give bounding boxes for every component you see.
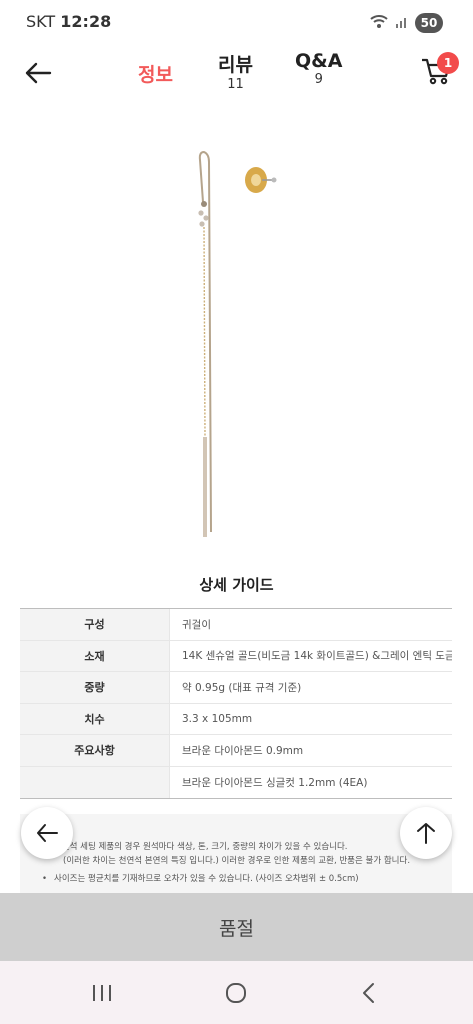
system-back-button[interactable] [348,978,388,1008]
note-line: 천연석 세팅 제품의 경우 원석마다 색상, 톤, 크기, 중량의 차이가 있을… [54,840,422,854]
spec-value: 귀걸이 [182,618,211,631]
spec-key: 구성 [20,609,170,640]
carrier: SKT [26,12,56,31]
spec-key: 주요사항 [20,735,170,766]
soldout-button[interactable]: 품절 [0,893,473,961]
signal-icon [395,14,409,33]
back-button[interactable] [18,56,58,90]
spec-row: 치수 3.3 x 105mm [20,703,452,735]
spec-value: 브라운 다이아몬드 0.9mm [182,744,304,757]
up-arrow-icon [417,823,435,844]
spec-value: 14K 센슈얼 골드(비도금 14k 화이트골드) &그레이 엔틱 도금 [182,650,452,663]
spec-value: 3.3 x 105mm [182,712,253,725]
spec-value: 약 0.95g (대표 규격 기준) [182,681,302,694]
spec-row: 구성 귀걸이 [20,609,452,641]
spec-key: 치수 [20,703,170,734]
spec-row: 중량 약 0.95g (대표 규격 기준) [20,672,452,704]
tab-qa-count: 9 [314,72,323,87]
tab-review-count: 11 [227,77,244,92]
note-line: 사이즈는 평균치를 기재하므로 오차가 있을 수 있습니다. (사이즈 오차범위… [54,872,422,886]
spec-key [20,766,170,798]
recents-button[interactable] [82,978,122,1008]
note-line: (이러한 차이는 천연석 본연의 특징 입니다.) 이러한 경우로 인한 제품의… [63,856,411,866]
nav-back-icon [363,983,374,1003]
clock: 12:28 [60,12,112,31]
tab-info-label: 정보 [138,64,173,86]
spec-row: 브라운 다이아몬드 싱글컷 1.2mm (4EA) [20,766,452,798]
cart-count-badge: 1 [437,52,459,74]
system-nav-bar [0,961,473,1024]
notes-box: 천연석 세팅 제품의 경우 원석마다 색상, 톤, 크기, 중량의 차이가 있을… [20,814,452,894]
floating-back-button[interactable] [21,807,73,859]
status-left: SKT 12:28 [26,12,111,31]
status-right: 50 [369,12,443,34]
tab-review-label: 리뷰 [218,54,253,76]
back-arrow-icon [25,62,52,84]
home-icon [226,983,246,1003]
tab-qa-label: Q&A [295,50,343,72]
tab-review[interactable]: 리뷰 11 [218,50,253,92]
product-image[interactable] [0,112,473,562]
spec-key: 중량 [20,672,170,703]
spec-row: 소재 14K 센슈얼 골드(비도금 14k 화이트골드) &그레이 엔틱 도금 [20,640,452,672]
spec-value: 브라운 다이아몬드 싱글컷 1.2mm (4EA) [182,776,368,789]
spec-table: 구성 귀걸이 소재 14K 센슈얼 골드(비도금 14k 화이트골드) &그레이… [20,608,452,799]
spec-key: 소재 [20,640,170,671]
wifi-icon [369,13,389,33]
home-button[interactable] [216,978,256,1008]
back-arrow-icon [37,824,58,842]
status-bar: SKT 12:28 50 [0,0,473,44]
spec-row: 주요사항 브라운 다이아몬드 0.9mm [20,735,452,767]
recents-icon [93,985,111,1001]
product-header: 정보 리뷰 11 Q&A 9 [0,44,473,104]
guide-title: 상세 가이드 [199,576,274,594]
scroll-top-button[interactable] [400,807,452,859]
battery-indicator: 50 [415,13,443,33]
tab-info[interactable]: 정보 [138,60,173,87]
tab-qa[interactable]: Q&A 9 [295,50,342,87]
